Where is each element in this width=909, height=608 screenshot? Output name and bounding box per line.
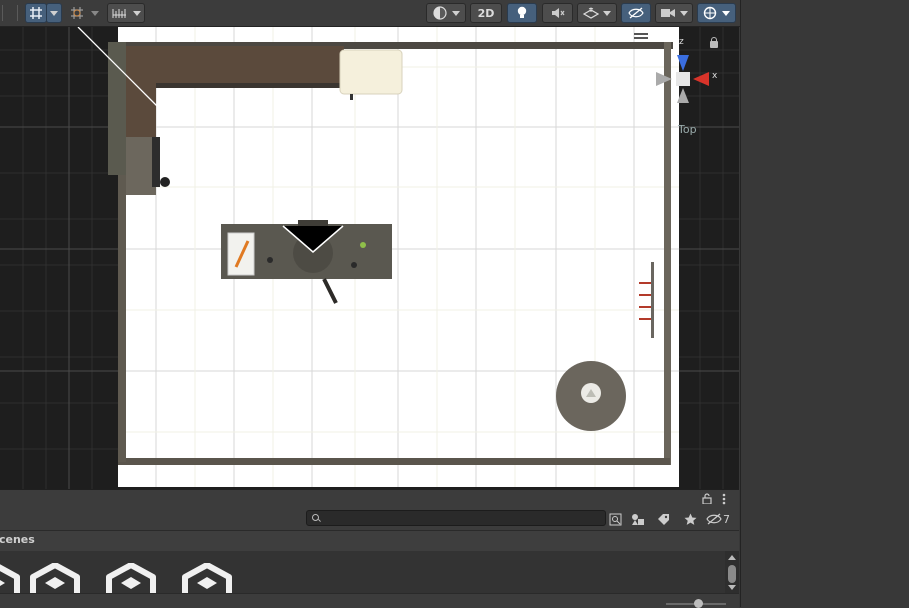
- scene-visibility-button[interactable]: [621, 3, 651, 23]
- effects-icon: [583, 7, 599, 19]
- toolbar-divider: [17, 5, 18, 21]
- ruler-button[interactable]: [107, 3, 145, 23]
- chevron-down-icon: [50, 10, 58, 16]
- save-search-icon: [609, 513, 621, 525]
- menu-kebab-icon[interactable]: [722, 493, 726, 505]
- increment-snap-icon: [71, 7, 83, 19]
- chevron-down-icon: [722, 10, 730, 16]
- camera-settings-button[interactable]: [655, 3, 693, 23]
- scene-canvas: [0, 27, 739, 489]
- search-input[interactable]: [323, 511, 593, 525]
- lock-icon[interactable]: [710, 37, 718, 48]
- ruler-icon: [112, 9, 126, 18]
- lighting-icon: [517, 6, 527, 18]
- unity-scene-asset-icon[interactable]: [0, 563, 20, 593]
- audio-toggle-button[interactable]: [542, 3, 573, 23]
- lighting-toggle-button[interactable]: [507, 3, 537, 23]
- scrollbar-thumb[interactable]: [728, 565, 736, 583]
- scroll-up-icon[interactable]: [728, 554, 736, 560]
- breadcrumb-item-scenes[interactable]: cenes: [0, 533, 35, 546]
- gizmo-center-cube[interactable]: [676, 72, 690, 86]
- save-search-button[interactable]: [607, 511, 623, 527]
- filter-by-type-icon: [632, 513, 644, 525]
- camera-icon: [660, 9, 675, 17]
- unity-scene-asset-icon[interactable]: [182, 563, 232, 593]
- gizmo-axis-x-label: x: [712, 71, 718, 81]
- gizmo-view-label[interactable]: Top: [678, 123, 697, 136]
- filter-by-type-button[interactable]: [630, 511, 646, 527]
- filter-by-label-icon: [657, 513, 669, 525]
- scene-viewport[interactable]: z x Top: [0, 27, 739, 489]
- asset-grid: [0, 551, 739, 593]
- chevron-down-icon: [603, 10, 611, 16]
- chevron-down-icon: [451, 10, 460, 16]
- axis-x-cone[interactable]: [693, 72, 709, 86]
- unity-scene-asset-icon[interactable]: [106, 563, 156, 593]
- gizmos-button[interactable]: [697, 3, 736, 23]
- search-icon: [312, 514, 319, 521]
- scene-visibility-icon: [628, 7, 644, 19]
- favorites-button[interactable]: [682, 511, 698, 527]
- hidden-packages-icon: [706, 513, 722, 525]
- round-table-object: [556, 361, 626, 431]
- increment-snap-button[interactable]: [66, 3, 88, 23]
- asset-scrollbar[interactable]: [725, 551, 739, 593]
- project-panel-tabbar: [0, 489, 739, 509]
- lock-icon[interactable]: [702, 493, 712, 504]
- project-toolbar: 7: [0, 508, 739, 530]
- increment-snap-dropdown[interactable]: [88, 3, 102, 23]
- gizmos-icon: [703, 6, 717, 20]
- snap-grid-icon: [30, 7, 42, 19]
- chevron-down-icon: [679, 10, 688, 16]
- scene-toolbar: 2D: [0, 0, 740, 27]
- breadcrumb: cenes: [0, 530, 739, 552]
- chevron-down-icon: [91, 10, 99, 16]
- chevron-down-icon: [132, 10, 141, 16]
- toolbar-divider: [2, 5, 3, 21]
- hidden-packages-count: 7: [723, 512, 730, 526]
- project-status-bar: [0, 593, 739, 608]
- gizmo-axis-z-label: z: [679, 37, 684, 47]
- scroll-down-icon[interactable]: [728, 585, 736, 591]
- grid-snap-button[interactable]: [25, 3, 47, 23]
- audio-mute-icon: [551, 8, 564, 18]
- project-search-box[interactable]: [306, 510, 606, 526]
- grid-snap-dropdown[interactable]: [46, 3, 62, 23]
- filter-by-label-button[interactable]: [655, 511, 671, 527]
- shading-mode-button[interactable]: [426, 3, 466, 23]
- hidden-packages-toggle[interactable]: 7: [706, 511, 734, 527]
- 2d-toggle-button[interactable]: 2D: [470, 3, 502, 23]
- inspector-panel: [740, 0, 909, 607]
- shading-mode-icon: [432, 6, 447, 20]
- effects-button[interactable]: [577, 3, 617, 23]
- unity-scene-asset-icon[interactable]: [30, 563, 80, 593]
- favorite-star-icon: [684, 513, 696, 525]
